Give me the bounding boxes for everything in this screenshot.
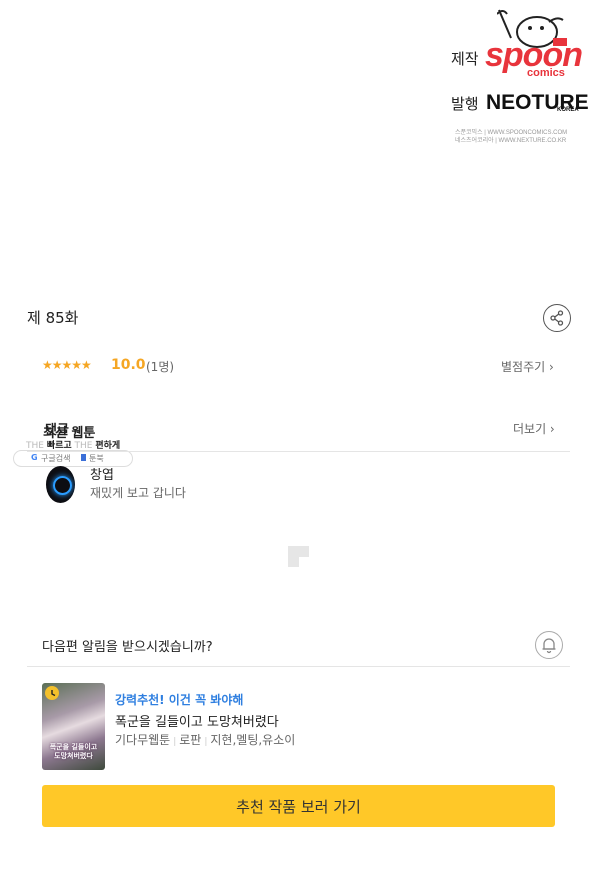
share-button[interactable] [543, 304, 571, 332]
google-search-label: 구글검색 [41, 454, 71, 463]
bell-icon [542, 638, 556, 654]
rating-score: 10.0 [111, 357, 146, 373]
recommend-cta-button[interactable]: 추천 작품 보러 가기 [42, 785, 555, 827]
notify-divider [27, 666, 570, 667]
more-link[interactable]: 더보기 › [513, 420, 555, 437]
recommend-thumbnail[interactable]: 폭군을 길들이고 도망쳐버렸다 [42, 683, 105, 770]
notification-question: 다음편 알림을 받으시겠습니까? [42, 640, 213, 655]
rating-stars: ★★★★★ [42, 358, 92, 372]
recommend-genre: 로판 [179, 733, 202, 747]
loading-placeholder-icon [288, 546, 309, 567]
recommend-authors: 지현,멜팅,유소이 [210, 733, 296, 747]
toonbook-icon [81, 454, 86, 461]
neoture-logo-sub: KOREA [557, 107, 579, 113]
comment-text: 재밌게 보고 갑니다 [90, 486, 186, 500]
recommend-meta: 기다무웹툰 | 로판 | 지현,멜팅,유소이 [115, 733, 296, 747]
clock-icon [45, 686, 59, 700]
avatar [46, 466, 75, 503]
recommend-tag: 강력추천! 이건 꼭 봐야해 [115, 693, 244, 707]
search-pill[interactable]: G 구글검색 툰북 [13, 450, 133, 467]
thumbnail-caption: 폭군을 길들이고 도망쳐버렸다 [49, 743, 98, 760]
comment-author: 창엽 [90, 468, 114, 483]
recommend-category: 기다무웹툰 [115, 733, 171, 747]
produced-label: 제작 [451, 50, 479, 68]
toonbook-label: 툰북 [89, 454, 104, 463]
credit-url-2: WWW.NEXTURE.CO.KR [498, 138, 567, 144]
credit-line-2: 네스츠어코리아 | WWW.NEXTURE.CO.KR [455, 138, 567, 144]
spoon-comics-logo-sub: comics [527, 67, 565, 79]
credit-name-2: 네스츠어코리아 [455, 138, 494, 144]
episode-title: 제 85화 [27, 309, 79, 327]
section-divider [27, 451, 570, 452]
notification-bell-button[interactable] [535, 631, 563, 659]
publisher-label: 발행 [451, 95, 479, 113]
rating-count: (1명) [146, 360, 175, 374]
google-g-icon: G [31, 453, 38, 462]
share-icon [550, 310, 564, 326]
rate-link[interactable]: 별점주기 › [501, 358, 554, 375]
recommend-title[interactable]: 폭군을 길들이고 도망쳐버렸다 [115, 711, 279, 730]
